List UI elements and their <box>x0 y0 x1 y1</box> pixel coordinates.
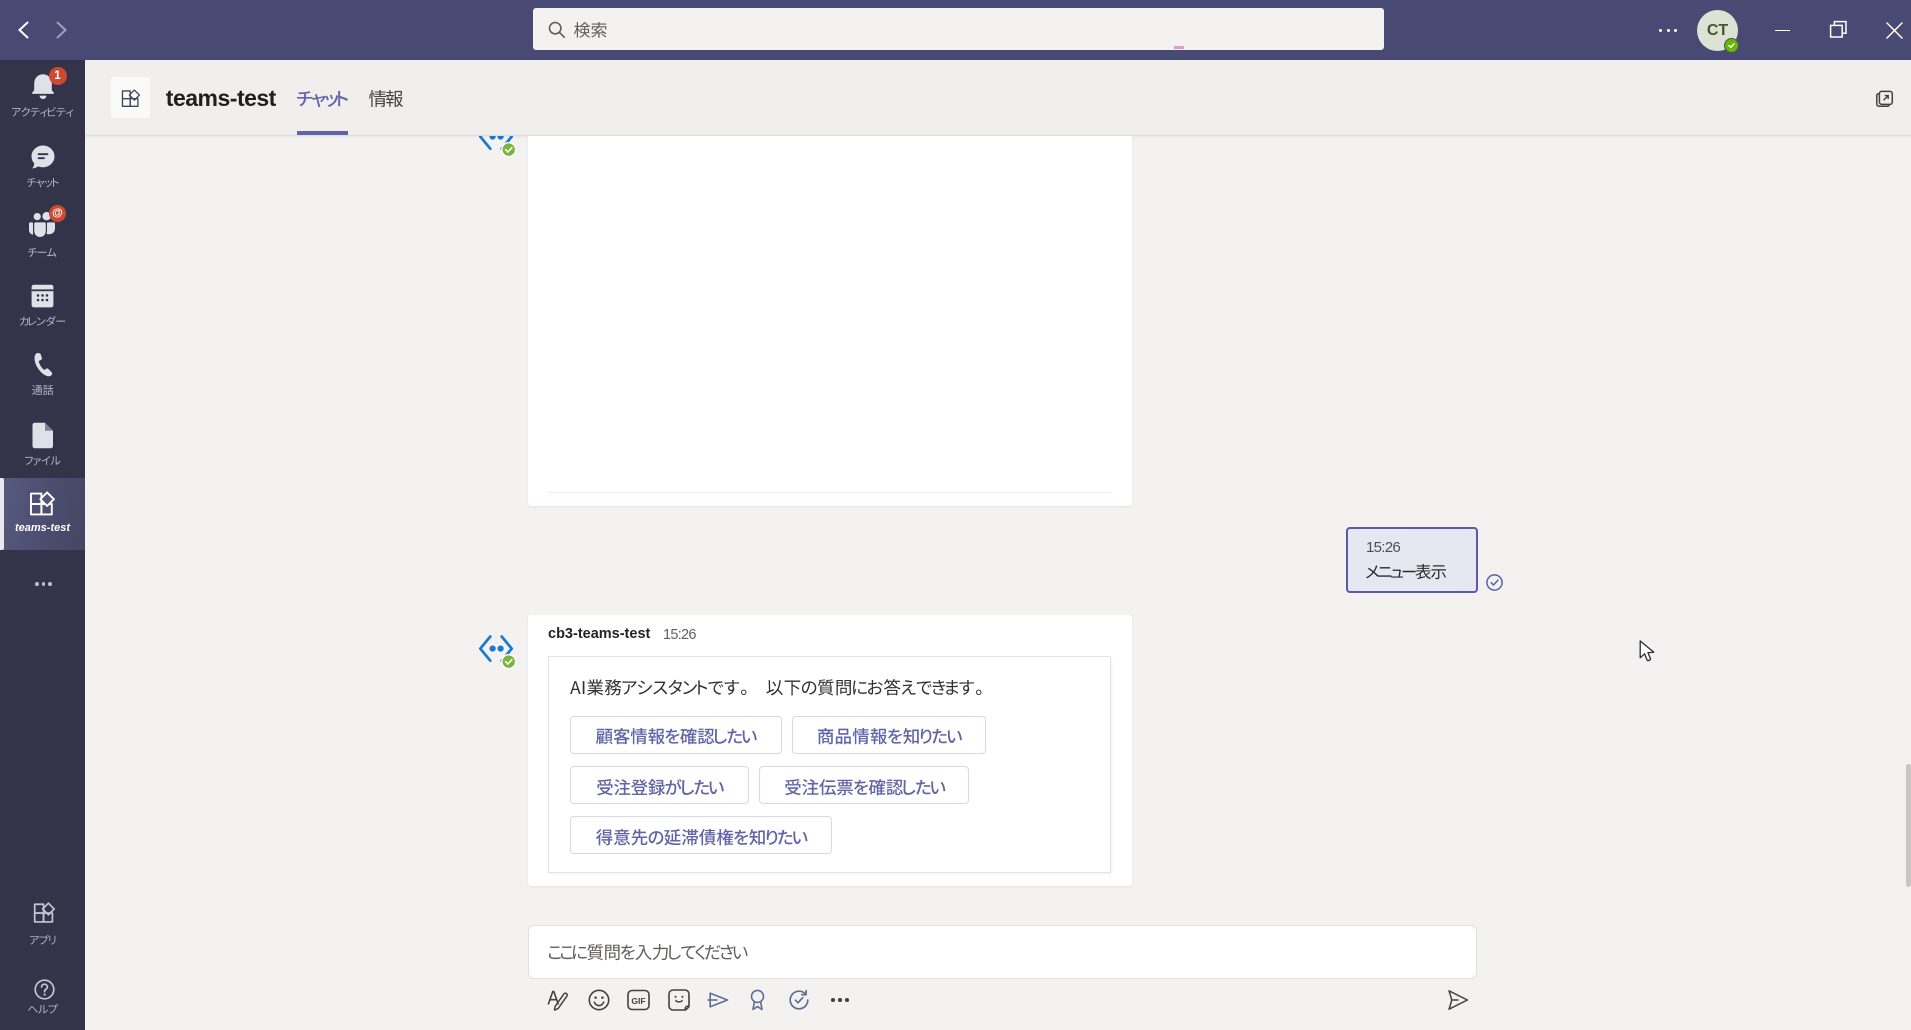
svg-text:GIF: GIF <box>631 996 645 1006</box>
